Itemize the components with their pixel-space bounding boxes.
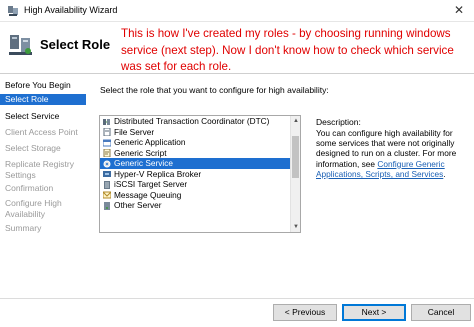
nav-step-before-you-begin[interactable]: Before You Begin xyxy=(0,80,86,91)
cancel-button[interactable]: Cancel xyxy=(411,304,471,321)
list-item-label: Generic Script xyxy=(114,147,167,158)
page-title: Select Role xyxy=(40,37,111,52)
instruction-text: Select the role that you want to configu… xyxy=(100,85,329,95)
scroll-up-arrow-icon[interactable]: ▲ xyxy=(291,116,300,126)
window-title: High Availability Wizard xyxy=(24,5,118,15)
file-server-icon xyxy=(103,128,111,136)
nav-step-select-storage: Select Storage xyxy=(5,143,61,153)
list-item-label: Hyper-V Replica Broker xyxy=(114,168,202,179)
list-item-dtc[interactable]: Distributed Transaction Coordinator (DTC… xyxy=(100,116,291,127)
nav-step-select-role[interactable]: Select Role xyxy=(0,94,86,105)
list-item-label: Message Queuing xyxy=(114,189,182,200)
scroll-thumb[interactable] xyxy=(292,136,299,178)
scroll-down-arrow-icon[interactable]: ▼ xyxy=(291,222,300,232)
nav-step-summary: Summary xyxy=(5,223,42,233)
cluster-wizard-icon xyxy=(9,35,32,55)
list-item-label: Generic Application xyxy=(114,137,186,147)
server-icon xyxy=(104,201,110,210)
hyperv-icon xyxy=(103,171,111,177)
list-item-label: Generic Service xyxy=(114,158,174,168)
nav-step-configure-ha: Configure High Availability xyxy=(5,198,62,219)
list-item-file-server[interactable]: File Server xyxy=(100,127,291,138)
list-item-label: iSCSI Target Server xyxy=(114,179,188,189)
dtc-icon xyxy=(103,118,110,125)
script-icon xyxy=(103,149,111,157)
role-listbox[interactable]: Distributed Transaction Coordinator (DTC… xyxy=(99,115,301,233)
list-item-label: File Server xyxy=(114,126,155,137)
close-button[interactable]: ✕ xyxy=(448,2,470,19)
cluster-wizard-icon xyxy=(8,6,18,16)
message-queue-icon xyxy=(103,191,111,199)
wizard-content: Select the role that you want to configu… xyxy=(90,74,474,304)
list-item-label: Distributed Transaction Coordinator (DTC… xyxy=(114,116,270,126)
description-end: . xyxy=(443,168,446,179)
list-item-generic-service[interactable]: Generic Service xyxy=(100,158,291,169)
nav-step-confirmation: Confirmation xyxy=(5,183,54,193)
list-item-label: Other Server xyxy=(114,200,162,210)
application-icon xyxy=(103,139,111,146)
list-item-generic-application[interactable]: Generic Application xyxy=(100,137,291,148)
list-item-other-server[interactable]: Other Server xyxy=(100,200,291,211)
gear-icon xyxy=(103,160,111,167)
description-label: Description: xyxy=(316,117,361,127)
list-item-generic-script[interactable]: Generic Script xyxy=(100,148,291,159)
description-text: You can configure high availability for … xyxy=(316,128,466,179)
nav-step-select-service[interactable]: Select Service xyxy=(0,111,86,122)
list-item-hyperv-replica-broker[interactable]: Hyper-V Replica Broker xyxy=(100,169,291,180)
previous-button[interactable]: < Previous xyxy=(273,304,337,321)
list-item-iscsi-target-server[interactable]: iSCSI Target Server xyxy=(100,179,291,190)
next-button[interactable]: Next > xyxy=(342,304,406,321)
list-item-message-queuing[interactable]: Message Queuing xyxy=(100,190,291,201)
nav-step-client-access-point: Client Access Point xyxy=(5,127,78,137)
title-bar: High Availability Wizard ✕ xyxy=(0,0,474,22)
annotation-text: This is how I've created my roles - by c… xyxy=(121,27,454,73)
nav-step-replicate-registry: Replicate Registry Settings xyxy=(5,159,74,180)
iscsi-icon xyxy=(104,180,110,189)
footer-divider xyxy=(0,298,474,299)
listbox-scrollbar[interactable]: ▲ ▼ xyxy=(290,116,300,232)
wizard-steps-nav: Before You Begin Select Role Select Serv… xyxy=(0,74,88,304)
